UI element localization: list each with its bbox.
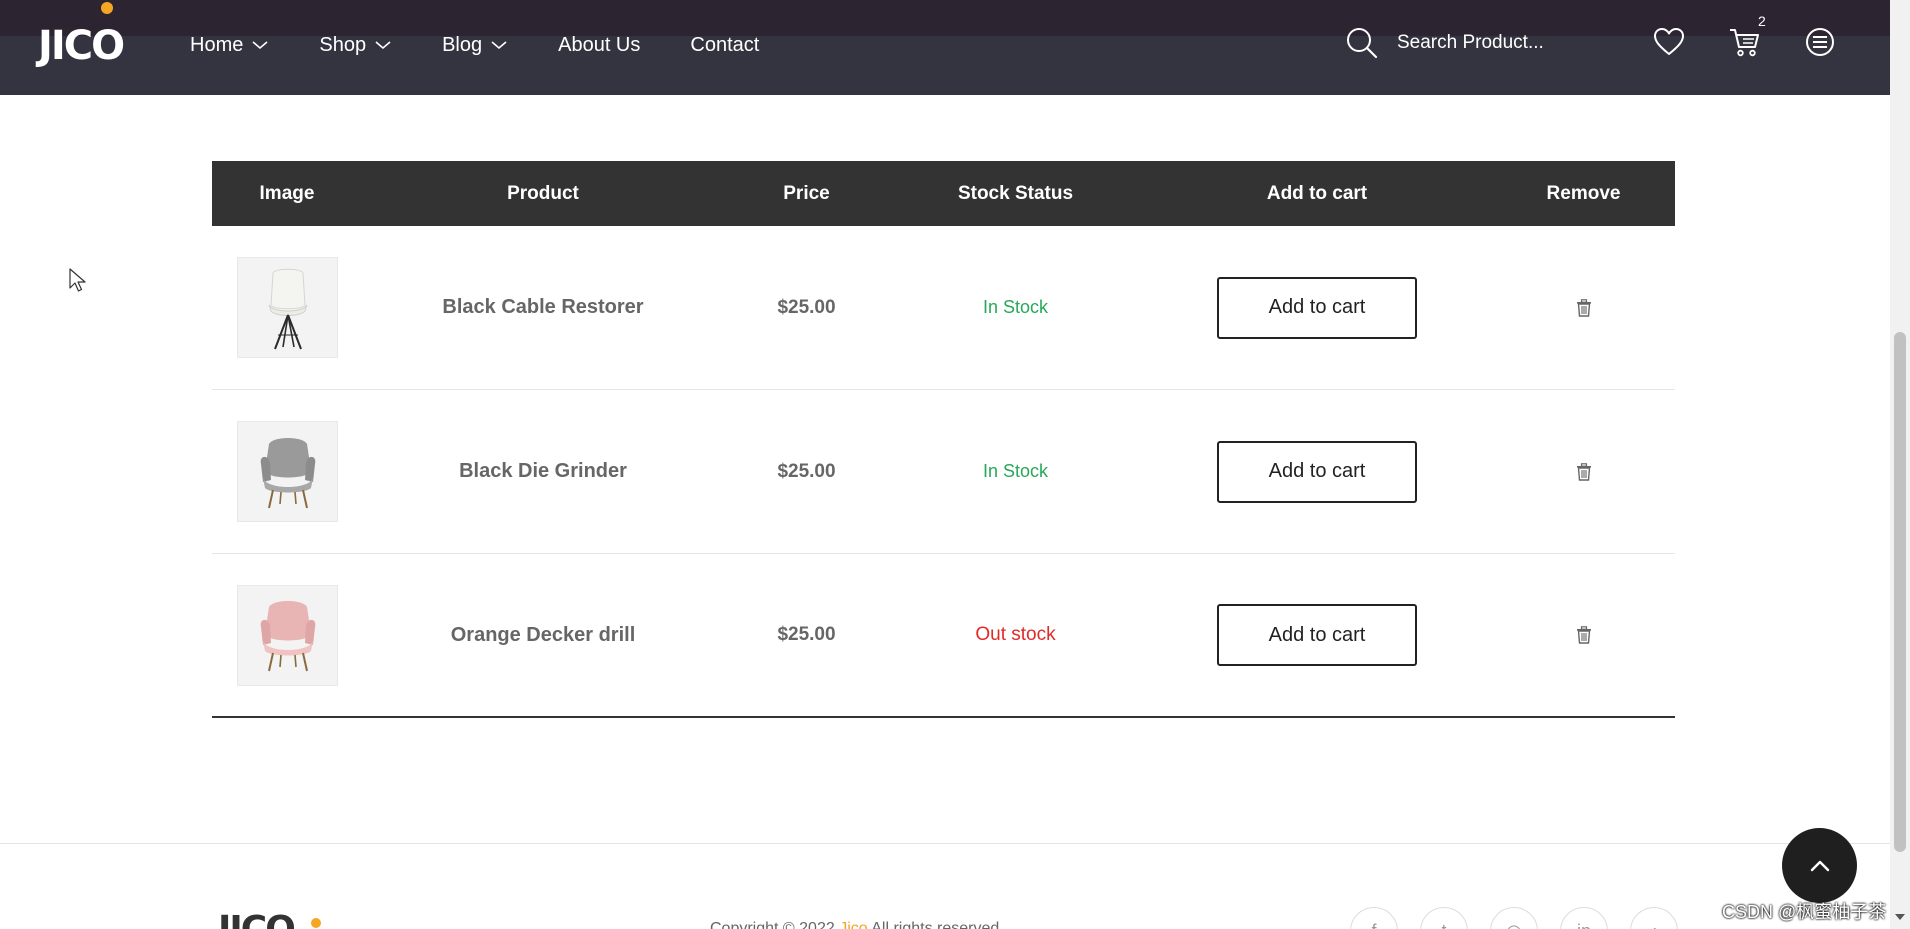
cart-count-badge: 2 (1758, 13, 1766, 29)
chevron-up-icon (1810, 860, 1829, 871)
nav-home[interactable]: Home (190, 34, 269, 57)
copyright-brand-link[interactable]: Jico (839, 920, 867, 929)
table-row: Orange Decker drill $25.00 Out stock Add… (212, 554, 1675, 718)
scroll-down-arrow-icon[interactable] (1894, 912, 1906, 922)
footer-divider (0, 843, 1890, 844)
copyright-prefix: Copyright © 2022 (710, 920, 840, 929)
col-header-price: Price (783, 182, 830, 204)
white-chair-image (268, 268, 307, 349)
copyright-text: Copyright © 2022 Jico All rights reserve… (710, 920, 1004, 929)
product-name[interactable]: Black Die Grinder (459, 460, 627, 483)
pink-armchair-image (260, 601, 315, 672)
stock-status: In Stock (982, 297, 1049, 317)
logo-dot (101, 2, 113, 14)
main-nav: Home Shop Blog About Us Contact (190, 28, 809, 62)
cart-cell: Add to cart (1142, 554, 1492, 716)
nav-about[interactable]: About Us (558, 34, 640, 57)
wishlist-page: JICO Home Shop Blog About Us Contact Sea… (0, 0, 1910, 929)
image-cell (212, 226, 362, 389)
chevron-down-icon (491, 41, 507, 50)
product-cell: Black Cable Restorer (362, 226, 724, 389)
wishlist-table: Image Product Price Stock Status Add to … (212, 161, 1675, 718)
nav-shop-label[interactable]: Shop (319, 34, 366, 57)
product-price: $25.00 (777, 296, 836, 318)
rss-icon[interactable]: ◔ (1630, 907, 1678, 929)
heart-icon[interactable] (1651, 24, 1687, 60)
trash-icon[interactable] (1576, 462, 1592, 481)
stock-cell: In Stock (889, 390, 1142, 553)
grey-armchair-image (260, 437, 315, 508)
add-to-cart-button[interactable]: Add to cart (1217, 440, 1417, 503)
nav-contact[interactable]: Contact (690, 34, 759, 57)
col-header-product: Product (507, 182, 579, 204)
add-to-cart-button[interactable]: Add to cart (1217, 604, 1417, 666)
product-name[interactable]: Black Cable Restorer (442, 296, 643, 319)
product-cell: Orange Decker drill (362, 554, 724, 716)
stock-status: Out stock (975, 624, 1056, 645)
cart-cell: Add to cart (1142, 226, 1492, 389)
cart-icon[interactable] (1726, 24, 1762, 60)
watermark-text: CSDN @枫蜜柚子茶 (1722, 902, 1887, 922)
logo-text[interactable]: JICO (38, 26, 125, 66)
back-to-top-button[interactable] (1782, 828, 1857, 903)
twitter-icon[interactable]: t (1420, 907, 1468, 929)
remove-cell (1492, 390, 1675, 553)
table-row: Black Cable Restorer $25.00 In Stock Add… (212, 226, 1675, 390)
table-header: Image Product Price Stock Status Add to … (212, 161, 1675, 226)
product-name[interactable]: Orange Decker drill (451, 624, 636, 647)
instagram-icon[interactable]: ◎ (1490, 907, 1538, 929)
stock-cell: Out stock (889, 554, 1142, 716)
nav-blog-label[interactable]: Blog (442, 34, 482, 57)
nav-blog[interactable]: Blog (442, 34, 508, 57)
nav-about-label[interactable]: About Us (558, 34, 640, 57)
menu-icon[interactable] (1802, 24, 1838, 60)
product-thumbnail[interactable] (237, 257, 338, 358)
price-cell: $25.00 (724, 226, 889, 389)
price-cell: $25.00 (724, 554, 889, 716)
linkedin-icon[interactable]: in (1560, 907, 1608, 929)
scrollbar-thumb[interactable] (1894, 332, 1906, 852)
image-cell (212, 390, 362, 553)
trash-icon[interactable] (1576, 626, 1592, 644)
search-icon[interactable] (1345, 26, 1379, 60)
price-cell: $25.00 (724, 390, 889, 553)
trash-icon[interactable] (1576, 298, 1592, 317)
stock-status: In Stock (982, 461, 1049, 481)
header-search (1345, 26, 1597, 60)
table-row: Black Die Grinder $25.00 In Stock Add to… (212, 390, 1675, 554)
stock-cell: In Stock (889, 226, 1142, 389)
cart-cell: Add to cart (1142, 390, 1492, 553)
nav-contact-label[interactable]: Contact (690, 34, 759, 57)
nav-shop[interactable]: Shop (319, 34, 392, 57)
image-cell (212, 554, 362, 716)
remove-cell (1492, 554, 1675, 716)
chevron-down-icon (252, 41, 268, 50)
col-header-add-to-cart: Add to cart (1266, 182, 1368, 204)
product-thumbnail[interactable] (237, 421, 338, 522)
col-header-stock: Stock Status (957, 182, 1074, 204)
product-cell: Black Die Grinder (362, 390, 724, 553)
footer-logo[interactable]: JICO (218, 912, 296, 929)
facebook-icon[interactable]: f (1350, 907, 1398, 929)
chevron-down-icon (375, 41, 391, 50)
footer-logo-dot (311, 918, 321, 928)
product-thumbnail[interactable] (237, 584, 338, 686)
col-header-remove: Remove (1546, 182, 1621, 204)
site-logo[interactable]: JICO (38, 26, 125, 66)
remove-cell (1492, 226, 1675, 389)
search-input[interactable] (1397, 32, 1597, 54)
add-to-cart-button[interactable]: Add to cart (1217, 276, 1417, 339)
mouse-cursor-icon (69, 268, 86, 292)
product-price: $25.00 (777, 460, 836, 482)
site-header: JICO Home Shop Blog About Us Contact Sea… (0, 0, 1890, 95)
copyright-suffix: All rights reserved. (867, 920, 1004, 929)
nav-home-label[interactable]: Home (190, 34, 243, 57)
product-price: $25.00 (777, 624, 836, 645)
col-header-image: Image (259, 182, 315, 204)
